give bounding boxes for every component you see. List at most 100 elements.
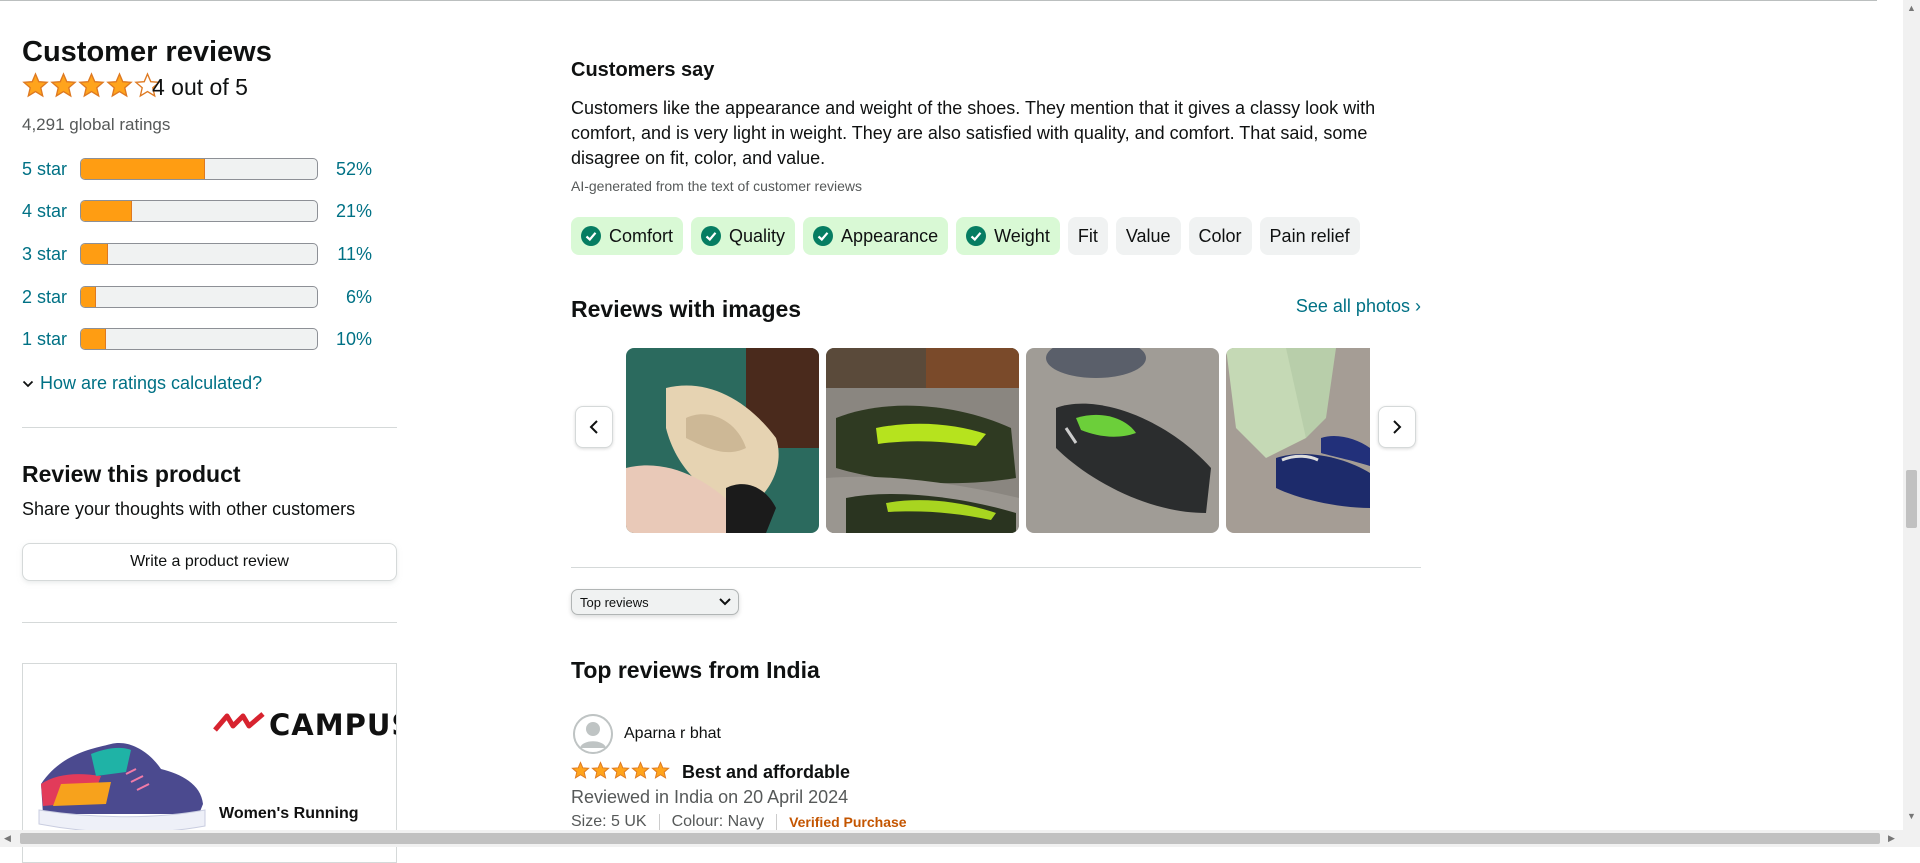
star-filled-icon xyxy=(50,72,77,98)
review-image-thumbnail[interactable] xyxy=(626,348,819,533)
star-filled-icon xyxy=(571,761,590,779)
ai-generated-note: AI-generated from the text of customer r… xyxy=(571,178,863,194)
review-size[interactable]: Size: 5 UK xyxy=(571,813,647,831)
histogram-bar-fill xyxy=(81,329,106,349)
chevron-down-icon xyxy=(22,380,34,387)
chip-appearance[interactable]: Appearance xyxy=(803,217,949,255)
histogram-percent[interactable]: 11% xyxy=(318,244,372,265)
chip-color[interactable]: Color xyxy=(1188,217,1252,255)
sort-reviews-dropdown[interactable]: Top reviews xyxy=(571,589,739,615)
average-rating-stars[interactable] xyxy=(22,72,161,99)
chevron-right-icon: › xyxy=(1415,296,1421,316)
review-colour[interactable]: Colour: Navy xyxy=(672,813,764,831)
reviews-with-images-heading: Reviews with images xyxy=(571,296,802,322)
section-divider xyxy=(571,567,1421,568)
vertical-scrollbar[interactable]: ▲ ▼ xyxy=(1903,0,1920,830)
chip-label[interactable]: Color xyxy=(1199,226,1242,247)
star-filled-icon xyxy=(631,761,650,779)
star-filled-icon xyxy=(591,761,610,779)
chip-label[interactable]: Pain relief xyxy=(1270,226,1350,247)
sort-selected-value[interactable]: Top reviews xyxy=(580,595,649,610)
how-ratings-calculated-label[interactable]: How are ratings calculated? xyxy=(40,373,262,394)
histogram-label[interactable]: 4 star xyxy=(22,201,80,222)
reviewer-name[interactable]: Aparna r bhat xyxy=(624,725,721,743)
histogram-bar[interactable] xyxy=(80,243,318,265)
star-filled-icon xyxy=(611,761,630,779)
horizontal-scrollbar-thumb[interactable] xyxy=(20,833,1880,844)
scroll-down-arrow-icon[interactable]: ▼ xyxy=(1907,812,1916,821)
horizontal-scrollbar[interactable]: ◀ ▶ xyxy=(0,830,1920,847)
chevron-left-icon xyxy=(589,420,598,434)
histogram-percent[interactable]: 6% xyxy=(318,287,372,308)
scroll-right-arrow-icon[interactable]: ▶ xyxy=(1888,834,1895,843)
review-variant-info: Size: 5 UK Colour: Navy Verified Purchas… xyxy=(571,813,907,831)
check-circle-icon xyxy=(581,226,601,246)
carousel-next-button[interactable] xyxy=(1378,406,1416,448)
user-silhouette-icon xyxy=(573,714,613,754)
histogram-bar[interactable] xyxy=(80,286,318,308)
histogram-row-3-star[interactable]: 3 star 11% xyxy=(22,241,398,267)
histogram-row-1-star[interactable]: 1 star 10% xyxy=(22,326,398,352)
histogram-percent[interactable]: 21% xyxy=(318,201,372,222)
reviewer-avatar[interactable] xyxy=(573,714,613,754)
verified-purchase-badge: Verified Purchase xyxy=(789,814,907,830)
chip-label[interactable]: Value xyxy=(1126,226,1171,247)
chip-fit[interactable]: Fit xyxy=(1067,217,1108,255)
section-divider xyxy=(22,427,397,428)
chip-label[interactable]: Appearance xyxy=(841,226,938,247)
customer-reviews-heading: Customer reviews xyxy=(22,36,272,68)
chip-weight[interactable]: Weight xyxy=(956,217,1060,255)
review-image-thumbnail[interactable] xyxy=(1226,348,1370,533)
chip-label[interactable]: Quality xyxy=(729,226,785,247)
star-filled-icon xyxy=(651,761,670,779)
histogram-bar-fill xyxy=(81,201,132,221)
review-photo-navy-shoes xyxy=(1226,348,1370,533)
histogram-row-4-star[interactable]: 4 star 21% xyxy=(22,198,398,224)
star-filled-icon xyxy=(78,72,105,98)
chip-comfort[interactable]: Comfort xyxy=(571,217,684,255)
review-image-thumbnail[interactable] xyxy=(826,348,1019,533)
vertical-scrollbar-thumb[interactable] xyxy=(1906,470,1917,528)
histogram-label[interactable]: 1 star xyxy=(22,329,80,350)
review-product-heading: Review this product xyxy=(22,461,241,487)
review-rating-stars[interactable] xyxy=(571,761,670,780)
histogram-percent[interactable]: 52% xyxy=(318,159,372,180)
review-photo-green-shoes xyxy=(826,348,1019,533)
chip-label[interactable]: Weight xyxy=(994,226,1050,247)
histogram-label[interactable]: 2 star xyxy=(22,287,80,308)
shoe-product-image[interactable] xyxy=(31,714,211,844)
write-review-button[interactable]: Write a product review xyxy=(22,543,397,581)
carousel-prev-button[interactable] xyxy=(575,406,613,448)
chip-label[interactable]: Comfort xyxy=(609,226,673,247)
customers-say-heading: Customers say xyxy=(571,59,715,81)
chip-quality[interactable]: Quality xyxy=(691,217,796,255)
chevron-down-icon xyxy=(719,598,731,606)
chip-pain-relief[interactable]: Pain relief xyxy=(1259,217,1360,255)
review-title[interactable]: Best and affordable xyxy=(682,762,850,783)
top-divider xyxy=(0,0,1877,1)
histogram-label[interactable]: 5 star xyxy=(22,159,80,180)
review-image-thumbnail[interactable] xyxy=(1026,348,1219,533)
scroll-up-arrow-icon[interactable]: ▲ xyxy=(1907,4,1916,13)
see-all-photos-label[interactable]: See all photos xyxy=(1296,296,1410,316)
chip-label[interactable]: Fit xyxy=(1078,226,1098,247)
top-reviews-heading: Top reviews from India xyxy=(571,657,820,683)
ad-brand-name: CAMPUS xyxy=(269,708,396,742)
histogram-label[interactable]: 3 star xyxy=(22,244,80,265)
histogram-bar[interactable] xyxy=(80,158,318,180)
ad-headline[interactable]: Women's Running xyxy=(219,805,359,823)
review-date: Reviewed in India on 20 April 2024 xyxy=(571,787,849,807)
histogram-row-2-star[interactable]: 2 star 6% xyxy=(22,284,398,310)
histogram-percent[interactable]: 10% xyxy=(318,329,372,350)
review-aspect-chips: Comfort Quality Appearance Weight Fit Va… xyxy=(571,217,1360,255)
customers-say-summary: Customers like the appearance and weight… xyxy=(571,98,1376,168)
star-filled-icon xyxy=(22,72,49,98)
see-all-photos-link[interactable]: See all photos › xyxy=(1296,296,1421,317)
scroll-left-arrow-icon[interactable]: ◀ xyxy=(4,834,11,843)
histogram-row-5-star[interactable]: 5 star 52% xyxy=(22,156,398,182)
histogram-bar[interactable] xyxy=(80,328,318,350)
histogram-bar[interactable] xyxy=(80,200,318,222)
chip-value[interactable]: Value xyxy=(1115,217,1181,255)
average-rating-text[interactable]: 4 out of 5 xyxy=(152,74,248,101)
how-ratings-calculated-link[interactable]: How are ratings calculated? xyxy=(22,373,262,394)
